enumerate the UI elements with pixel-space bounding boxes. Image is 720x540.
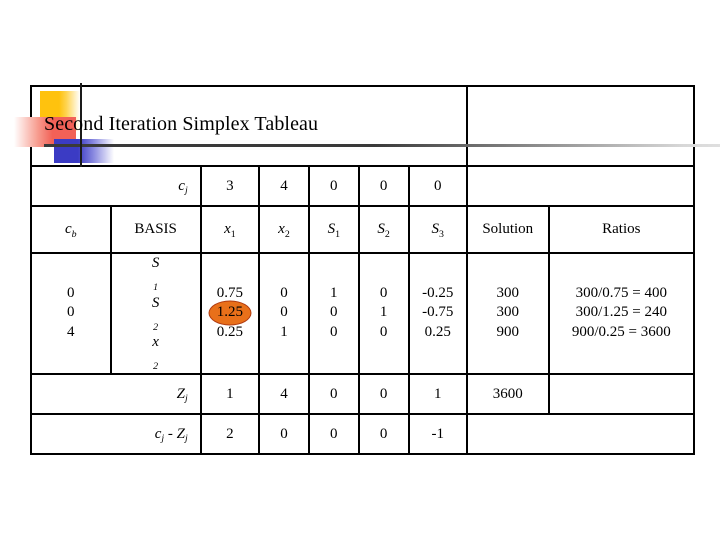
title-row-empty-cell xyxy=(465,85,696,167)
cj-value-x1: 3 xyxy=(199,165,261,207)
s2-row2: 1 xyxy=(379,304,388,321)
x2-row3: 1 xyxy=(280,324,288,341)
cjzj-value-s1: 0 xyxy=(307,412,360,455)
basis-row3: x2 xyxy=(152,334,159,373)
title-row: Second Iteration Simplex Tableau xyxy=(14,83,720,167)
zj-value-x1: 1 xyxy=(199,372,261,415)
header-x2: x2 xyxy=(258,205,310,254)
ratio-row1: 300/0.75 = 400 xyxy=(575,284,667,301)
s1-row1: 1 xyxy=(330,284,338,301)
page-title: Second Iteration Simplex Tableau xyxy=(44,113,319,135)
s1-values-cell: 1 0 0 xyxy=(307,252,360,375)
zj-value-s2: 0 xyxy=(357,372,410,415)
header-cb: cb xyxy=(30,205,112,254)
cb-value-row2: 0 xyxy=(67,304,75,321)
s3-value-stack: -0.25 -0.75 0.25 xyxy=(410,284,466,343)
header-basis: BASIS xyxy=(109,205,202,254)
cj-row-label: cj xyxy=(30,165,202,207)
basis-values-cell: S1 S2 x2 xyxy=(109,252,202,375)
zj-ratio xyxy=(547,372,696,415)
s2-row3: 0 xyxy=(379,324,388,341)
cb-value-stack: 0 0 4 xyxy=(32,284,110,343)
x1-value-stack: 0.75 1.25 0.25 xyxy=(202,284,258,343)
s3-row1: -0.25 xyxy=(422,284,454,301)
s2-row1: 0 xyxy=(379,284,388,301)
solution-values-cell: 300 300 900 xyxy=(465,252,550,375)
zj-row-label: Zj xyxy=(30,372,202,415)
header-solution: Solution xyxy=(465,205,550,254)
header-s1: S1 xyxy=(307,205,360,254)
cj-minus-zj-row-label: cj - Zj xyxy=(30,412,202,455)
solution-row1: 300 xyxy=(496,284,520,301)
cjzj-value-x1: 2 xyxy=(199,412,261,455)
ratio-row3: 900/0.25 = 3600 xyxy=(571,324,671,341)
solution-row2: 300 xyxy=(496,304,520,321)
cj-row-empty-cell xyxy=(465,165,696,207)
slide-canvas: Second Iteration Simplex Tableau cj 3 4 … xyxy=(0,0,720,540)
ratio-row2: 300/1.25 = 240 xyxy=(575,304,667,321)
basis-value-stack: S1 S2 x2 xyxy=(112,254,200,373)
ratio-value-stack: 300/0.75 = 400 300/1.25 = 240 900/0.25 =… xyxy=(550,284,693,343)
header-ratios: Ratios xyxy=(547,205,696,254)
header-x1: x1 xyxy=(199,205,261,254)
cj-value-s1: 0 xyxy=(307,165,360,207)
zj-row: Zj 1 4 0 0 1 3600 xyxy=(30,372,696,415)
cb-value-row1: 0 xyxy=(67,284,75,301)
cb-values-cell: 0 0 4 xyxy=(30,252,112,375)
x2-values-cell: 0 0 1 xyxy=(258,252,310,375)
header-s2: S2 xyxy=(357,205,410,254)
ratios-values-cell: 300/0.75 = 400 300/1.25 = 240 900/0.25 =… xyxy=(547,252,696,375)
s1-row3: 0 xyxy=(330,324,338,341)
cj-row: cj 3 4 0 0 0 xyxy=(30,165,696,207)
slide-title-cell: Second Iteration Simplex Tableau xyxy=(14,83,720,167)
cj-minus-zj-row-empty-cell xyxy=(465,412,696,455)
pivot-highlight: 1.25 xyxy=(202,300,258,326)
s3-values-cell: -0.25 -0.75 0.25 xyxy=(407,252,468,375)
cjzj-value-s2: 0 xyxy=(357,412,410,455)
column-header-row: cb BASIS x1 x2 S1 S2 S3 Solution Ratios xyxy=(30,205,696,254)
x1-row3: 0.25 xyxy=(216,324,243,341)
blue-square-decoration xyxy=(54,139,114,163)
s2-values-cell: 0 1 0 xyxy=(357,252,410,375)
zj-solution: 3600 xyxy=(465,372,550,415)
x1-values-cell: 0.75 1.25 0.25 xyxy=(199,252,261,375)
cj-value-s2: 0 xyxy=(357,165,410,207)
cjzj-value-s3: -1 xyxy=(407,412,468,455)
zj-value-s1: 0 xyxy=(307,372,360,415)
pivot-value: 1.25 xyxy=(216,304,243,321)
s1-row2: 0 xyxy=(330,304,338,321)
solution-value-stack: 300 300 900 xyxy=(468,284,548,343)
solution-row3: 900 xyxy=(496,324,520,341)
simplex-tableau: Second Iteration Simplex Tableau cj 3 4 … xyxy=(14,83,720,455)
cj-value-x2: 4 xyxy=(258,165,310,207)
zj-value-s3: 1 xyxy=(407,372,468,415)
s1-value-stack: 1 0 0 xyxy=(310,284,358,343)
cj-minus-zj-row: cj - Zj 2 0 0 0 -1 xyxy=(30,412,696,455)
basis-rows-block: 0 0 4 S1 S2 x2 0.75 1.25 0.25 0 0 1 1 0 … xyxy=(30,252,696,375)
x2-row1: 0 xyxy=(280,284,288,301)
cjzj-value-x2: 0 xyxy=(258,412,310,455)
basis-row1: S1 xyxy=(151,255,160,293)
s3-row2: -0.75 xyxy=(422,304,454,321)
basis-row2: S2 xyxy=(151,294,160,333)
x2-row2: 0 xyxy=(280,304,288,321)
s3-row3: 0.25 xyxy=(424,324,451,341)
header-s3: S3 xyxy=(407,205,468,254)
cj-value-s3: 0 xyxy=(407,165,468,207)
s2-value-stack: 0 1 0 xyxy=(360,284,408,343)
zj-value-x2: 4 xyxy=(258,372,310,415)
x2-value-stack: 0 0 1 xyxy=(260,284,308,343)
x1-row2-pivot: 1.25 xyxy=(202,300,258,326)
cb-value-row3: 4 xyxy=(67,324,75,341)
